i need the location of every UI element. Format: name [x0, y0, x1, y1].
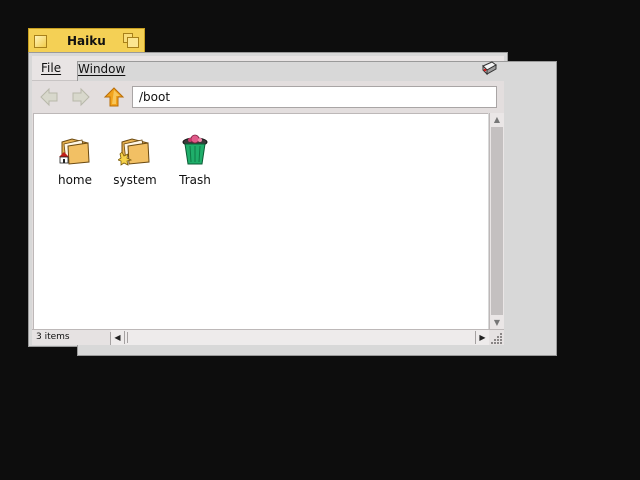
location-field[interactable]: /boot	[132, 86, 497, 108]
window-tab[interactable]: Haiku	[28, 28, 145, 53]
forward-arrow-icon[interactable]	[70, 86, 92, 108]
menu-bar: File Window	[32, 56, 557, 356]
file-item-label: home	[57, 173, 93, 187]
menu-file[interactable]: File	[41, 61, 61, 75]
system-folder-icon	[118, 138, 150, 166]
scroll-down-icon[interactable]: ▼	[490, 316, 504, 329]
scroll-knob[interactable]	[127, 332, 128, 343]
status-bar: 3 items ◀ ▶	[32, 329, 504, 345]
home-folder-icon	[59, 138, 90, 165]
back-arrow-icon[interactable]	[38, 86, 60, 108]
vertical-scrollbar[interactable]: ▲ ▼	[489, 113, 504, 329]
scroll-up-icon[interactable]: ▲	[490, 113, 504, 126]
item-count: 3 items	[36, 332, 111, 345]
menu-file-rest: ile	[47, 61, 62, 75]
window-title: Haiku	[67, 34, 106, 48]
file-item-system[interactable]: system	[110, 134, 160, 187]
file-item-home[interactable]: home	[50, 134, 100, 187]
file-view[interactable]: home system Trash	[33, 113, 488, 329]
zoom-icon-front	[127, 37, 139, 48]
drive-icon[interactable]	[480, 60, 498, 76]
file-item-label: Trash	[179, 173, 211, 187]
scroll-track[interactable]	[491, 127, 503, 315]
scroll-right-icon[interactable]: ▶	[475, 331, 489, 344]
resize-grip-icon[interactable]	[490, 330, 504, 345]
tracker-window: File Window /boot home system Trash ▲ ▼ …	[28, 52, 557, 356]
scroll-left-icon[interactable]: ◀	[111, 331, 125, 344]
file-item-label: system	[113, 173, 157, 187]
horizontal-scrollbar[interactable]: ◀ ▶	[111, 330, 489, 345]
up-arrow-icon[interactable]	[103, 86, 125, 108]
desktop: Haiku File Window /boot home system Tras…	[0, 0, 640, 480]
navigator-bar: /boot	[32, 81, 504, 113]
trash-icon	[182, 134, 208, 165]
file-item-trash[interactable]: Trash	[170, 134, 220, 187]
close-button[interactable]	[34, 35, 47, 48]
menu-window-mnemonic: W	[78, 62, 90, 76]
zoom-button[interactable]	[123, 33, 140, 49]
menu-window-rest: indow	[89, 62, 126, 76]
window-body: File Window /boot home system Trash ▲ ▼ …	[32, 56, 557, 356]
